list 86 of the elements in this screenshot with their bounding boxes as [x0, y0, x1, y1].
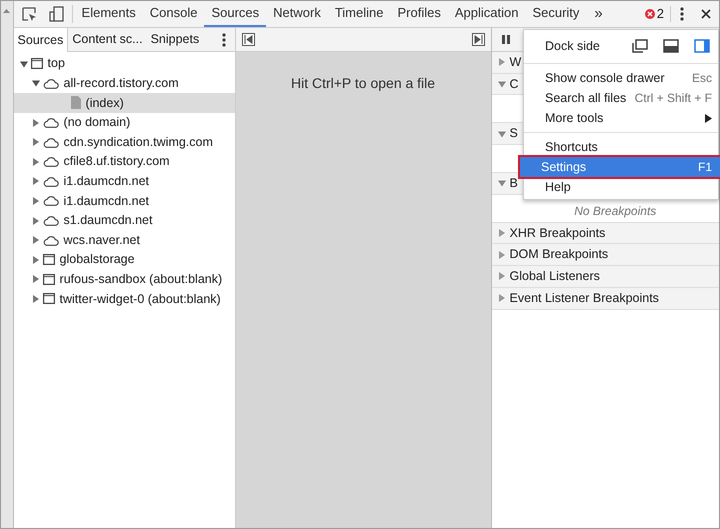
toggle-navigator-icon[interactable]	[242, 33, 255, 46]
tree-item[interactable]: twitter-widget-0 (about:blank)	[14, 289, 235, 309]
cloud-icon	[42, 215, 59, 226]
collapsed-arrow-icon[interactable]	[32, 177, 40, 186]
panel-tab[interactable]: Application	[448, 1, 526, 27]
cloud-icon	[42, 156, 59, 168]
panel-tab[interactable]: Console	[142, 1, 204, 27]
tree-item[interactable]: (index)	[14, 93, 235, 113]
tree-item[interactable]: cfile8.uf.tistory.com	[14, 152, 235, 172]
cloud-icon	[42, 195, 59, 206]
collapsed-arrow-icon	[498, 250, 506, 259]
tree-item[interactable]: globalstorage	[14, 250, 235, 270]
expanded-arrow-icon[interactable]	[32, 79, 40, 88]
scroll-up-icon[interactable]	[3, 9, 10, 13]
inspect-icon[interactable]	[22, 6, 37, 22]
tree-item[interactable]: i1.daumcdn.net	[14, 172, 235, 192]
expanded-arrow-icon	[498, 80, 506, 88]
collapsed-arrow-icon[interactable]	[32, 118, 40, 127]
pause-icon[interactable]	[502, 35, 510, 44]
frame-icon	[42, 274, 55, 285]
frame-icon	[42, 293, 55, 304]
frame-icon	[42, 254, 55, 266]
frame-icon	[30, 58, 43, 70]
navigator-tab[interactable]: Sources	[14, 28, 68, 52]
dock-undock-icon[interactable]	[632, 39, 648, 53]
tree-item[interactable]: rufous-sandbox (about:blank)	[14, 270, 235, 290]
more-options-icon[interactable]	[680, 7, 684, 21]
cloud-icon	[42, 176, 59, 187]
dock-side-label: Dock side	[545, 38, 601, 55]
cloud-icon	[42, 234, 59, 246]
menu-item[interactable]: More tools	[524, 108, 718, 128]
section-header[interactable]: XHR Breakpoints	[492, 222, 719, 244]
cloud-icon	[42, 136, 59, 148]
collapsed-arrow-icon	[498, 58, 506, 66]
cloud-icon	[42, 117, 59, 128]
panel-tab[interactable]: Timeline	[328, 1, 390, 27]
dock-bottom-icon[interactable]	[663, 39, 679, 53]
collapsed-arrow-icon[interactable]	[32, 138, 40, 146]
collapsed-arrow-icon[interactable]	[32, 275, 40, 284]
error-icon	[644, 9, 655, 19]
cloud-icon	[42, 78, 59, 89]
collapsed-arrow-icon	[498, 272, 506, 280]
collapsed-arrow-icon[interactable]	[32, 256, 40, 264]
panel-tab[interactable]: Profiles	[390, 1, 448, 27]
open-file-hint: Hit Ctrl+P to open a file	[290, 74, 436, 93]
expanded-arrow-icon	[498, 130, 506, 138]
panel-tab[interactable]: Elements	[74, 1, 143, 27]
collapsed-arrow-icon[interactable]	[32, 294, 40, 303]
more-tabs-button[interactable]: »	[586, 1, 611, 27]
dock-right-icon[interactable]	[694, 39, 710, 53]
navigator-tab[interactable]: Content sc...	[68, 28, 147, 51]
empty-message: No Breakpoints	[573, 202, 656, 220]
tree-item[interactable]: (no domain)	[14, 112, 235, 132]
navigator-tab[interactable]: Snippets	[146, 28, 204, 51]
more-options-icon[interactable]	[222, 32, 226, 46]
tree-item[interactable]: all-record.tistory.com	[14, 74, 235, 94]
tree-item[interactable]: s1.daumcdn.net	[14, 210, 235, 230]
collapsed-arrow-icon[interactable]	[32, 196, 40, 205]
menu-item[interactable]: Search all files Ctrl + Shift + F	[524, 88, 718, 108]
collapsed-arrow-icon	[498, 229, 506, 238]
collapsed-arrow-icon[interactable]	[32, 158, 40, 166]
toggle-debugger-icon[interactable]	[472, 33, 485, 46]
expanded-arrow-icon[interactable]	[20, 60, 28, 68]
collapsed-arrow-icon[interactable]	[32, 236, 40, 244]
tree-item[interactable]: top	[14, 54, 235, 74]
collapsed-arrow-icon[interactable]	[32, 216, 40, 225]
panel-tab[interactable]: Network	[266, 1, 328, 27]
scrollbar[interactable]	[1, 1, 14, 528]
menu-item[interactable]: Help	[524, 177, 718, 197]
menu-item[interactable]: Show console drawer Esc	[524, 68, 718, 88]
tree-item[interactable]: i1.daumcdn.net	[14, 191, 235, 211]
device-icon[interactable]	[48, 6, 64, 22]
submenu-arrow-icon	[705, 114, 712, 122]
tree-item[interactable]: cdn.syndication.twimg.com	[14, 132, 235, 152]
expanded-arrow-icon	[498, 179, 506, 188]
section-header[interactable]: Event Listener Breakpoints	[492, 288, 719, 310]
tree-item[interactable]: wcs.naver.net	[14, 230, 235, 250]
section-header[interactable]: Global Listeners	[492, 266, 719, 288]
close-icon[interactable]	[701, 9, 711, 19]
menu-item[interactable]: Settings F1	[520, 157, 720, 177]
menu-item[interactable]: Shortcuts	[524, 137, 718, 157]
section-header[interactable]: DOM Breakpoints	[492, 244, 719, 266]
file-icon	[70, 96, 81, 110]
panel-tab[interactable]: Security	[525, 1, 586, 27]
collapsed-arrow-icon	[498, 294, 506, 302]
error-counter[interactable]: 2	[644, 6, 671, 22]
